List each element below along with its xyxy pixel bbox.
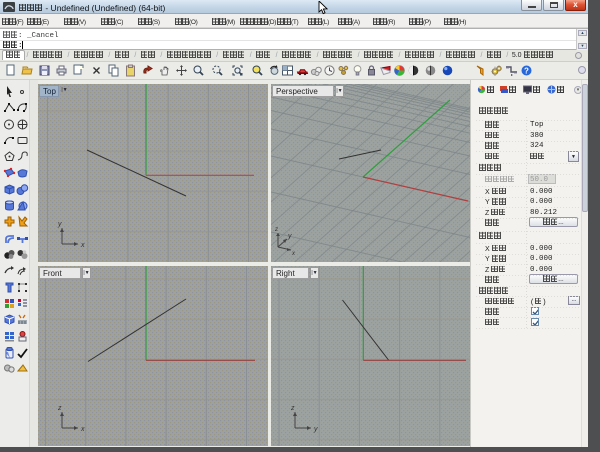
svg-text:y: y (287, 233, 292, 240)
svg-text:z: z (274, 227, 278, 233)
svg-text:x: x (80, 242, 85, 249)
svg-text:y: y (313, 426, 318, 433)
svg-text:?: ? (524, 67, 529, 76)
svg-text:x: x (80, 426, 85, 433)
svg-text:z: z (290, 405, 295, 412)
svg-text:y: y (57, 221, 62, 228)
svg-text:z: z (57, 405, 62, 412)
